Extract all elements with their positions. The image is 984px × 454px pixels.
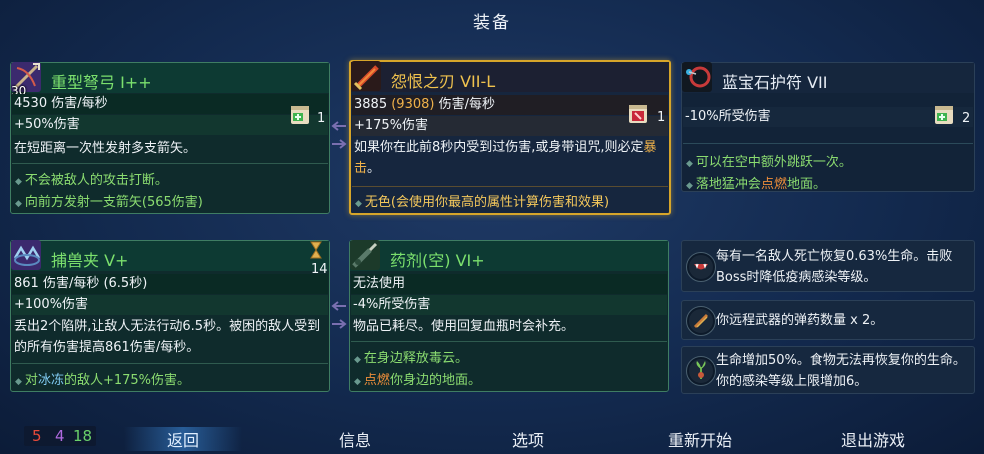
effect-bullet: ◆ 在身边释放毒云。: [354, 351, 468, 366]
damage-reduction: -10%所受伤害: [683, 107, 973, 127]
effect-bullet: ◆ 可以在空中额外跳跃一次。: [686, 155, 852, 170]
purple-count: 4: [55, 427, 65, 445]
item-description: 在短距离一次性发射多支箭矢。: [14, 141, 197, 156]
amulet-icon: [682, 62, 712, 92]
card-header: 药剂(空) VI+: [350, 240, 668, 271]
swap-right-arrow-icon: [332, 139, 347, 149]
item-card-amulet[interactable]: 蓝宝石护符 VII -10%所受伤害 2 ◆ 可以在空中额外跳跃一次。 ◆ 落地猛冲…: [681, 62, 975, 192]
damage-bonus: +50%伤害: [12, 115, 328, 135]
item-name: 药剂(空) VI+: [390, 251, 485, 270]
card-header: 蓝宝石护符 VII: [682, 62, 974, 93]
cell-counter: 5 4 18: [24, 426, 96, 446]
divider: [352, 186, 668, 187]
item-name: 捕兽夹 V+: [51, 251, 129, 270]
swap-left-arrow-icon: [331, 301, 346, 311]
bottom-bar: 5 4 18 返回 信息 选项 重新开始 退出游戏: [0, 422, 984, 454]
scroll-count: 1: [317, 111, 326, 126]
effect-bullet: ◆ 对冰冻的敌人+175%伤害。: [15, 373, 191, 388]
item-description: 丢出2个陷阱,让敌人无法行动6.5秒。被困的敌人受到的所有伤害提高861伤害/每…: [14, 319, 321, 355]
swap-left-arrow-icon: [331, 121, 346, 131]
hourglass-icon: [310, 241, 322, 259]
item-card-potion[interactable]: 药剂(空) VI+ 无法使用 -4%所受伤害 物品已耗尽。使用回复血瓶时会补充。…: [349, 240, 669, 392]
restart-button[interactable]: 重新开始: [650, 427, 750, 451]
item-name: 怨恨之刃 VII-L: [391, 72, 496, 91]
item-name: 重型弩弓 I++: [51, 73, 152, 92]
divider: [683, 143, 973, 144]
green-count: 18: [73, 427, 93, 445]
damage-bonus: +175%伤害: [352, 116, 668, 136]
damage-bonus: +100%伤害: [12, 295, 328, 315]
mutation-card[interactable]: 生命增加50%。食物无法再恢复你的生命。你的感染等级上限增加6。: [681, 346, 975, 394]
red-count: 5: [32, 427, 42, 445]
card-header: 怨恨之刃 VII-L: [351, 61, 669, 92]
item-description: 物品已耗尽。使用回复血瓶时会补充。: [353, 319, 575, 334]
unusable-note: 无法使用: [351, 274, 667, 294]
screen-title: 装备: [473, 13, 511, 33]
dps-line: 4530 伤害/每秒: [12, 94, 328, 114]
scroll-count: 2: [962, 111, 971, 126]
item-description: 如果你在此前8秒内受到过伤害,或身带诅咒,则必定暴击。: [354, 140, 657, 176]
dps-line: 3885 (9308) 伤害/每秒: [352, 95, 668, 115]
mutation-text: 每有一名敌人死亡恢复0.63%生命。击败Boss时降低疫病感染等级。: [716, 249, 953, 285]
red-scroll-icon: [629, 105, 647, 123]
effect-bullet: ◆ 向前方发射一支箭矢(565伤害): [15, 195, 203, 210]
green-scroll-icon: [291, 106, 309, 124]
quit-button[interactable]: 退出游戏: [823, 427, 923, 451]
divider: [12, 163, 328, 164]
mutation-text: 生命增加50%。食物无法再恢复你的生命。你的感染等级上限增加6。: [716, 353, 966, 389]
effect-bullet: ◆ 落地猛冲会点燃地面。: [686, 177, 826, 192]
plant-mutation-icon: [686, 356, 716, 386]
item-card-crossbow[interactable]: 30 重型弩弓 I++ 4530 伤害/每秒 +50%伤害 在短距离一次性发射多…: [10, 62, 330, 214]
potion-icon: [350, 240, 380, 270]
item-card-blade[interactable]: 怨恨之刃 VII-L 3885 (9308) 伤害/每秒 +175%伤害 如果你…: [349, 60, 671, 215]
scroll-count: 1: [657, 110, 666, 125]
effect-bullet: ◆ 点燃你身边的地面。: [354, 373, 481, 388]
item-card-trap[interactable]: 捕兽夹 V+ 14 861 伤害/每秒 (6.5秒) +100%伤害 丢出2个陷…: [10, 240, 330, 392]
effect-bullet: ◆ 不会被敌人的攻击打断。: [15, 173, 168, 188]
damage-reduction: -4%所受伤害: [351, 295, 667, 315]
mutation-card[interactable]: 你远程武器的弹药数量 x 2。: [681, 300, 975, 340]
blade-icon: [351, 61, 381, 91]
green-scroll-icon: [935, 106, 953, 124]
fanged-mouth-icon: [686, 252, 716, 282]
mutation-card[interactable]: 每有一名敌人死亡恢复0.63%生命。击败Boss时降低疫病感染等级。: [681, 240, 975, 292]
item-name: 蓝宝石护符 VII: [722, 73, 828, 92]
ammo-icon: [686, 306, 716, 336]
divider: [12, 363, 328, 364]
info-button[interactable]: 信息: [315, 427, 395, 451]
back-button[interactable]: 返回: [124, 427, 242, 451]
divider: [351, 341, 667, 342]
effect-bullet: ◆ 无色(会使用你最高的属性计算伤害和效果): [355, 195, 610, 210]
options-button[interactable]: 选项: [488, 427, 568, 451]
dps-line: 861 伤害/每秒 (6.5秒): [12, 274, 328, 294]
card-header: 30 重型弩弓 I++: [11, 62, 329, 98]
bear-trap-icon: [11, 240, 41, 270]
card-header: 捕兽夹 V+: [11, 240, 329, 271]
swap-right-arrow-icon: [332, 319, 347, 329]
mutation-text: 你远程武器的弹药数量 x 2。: [716, 313, 884, 328]
